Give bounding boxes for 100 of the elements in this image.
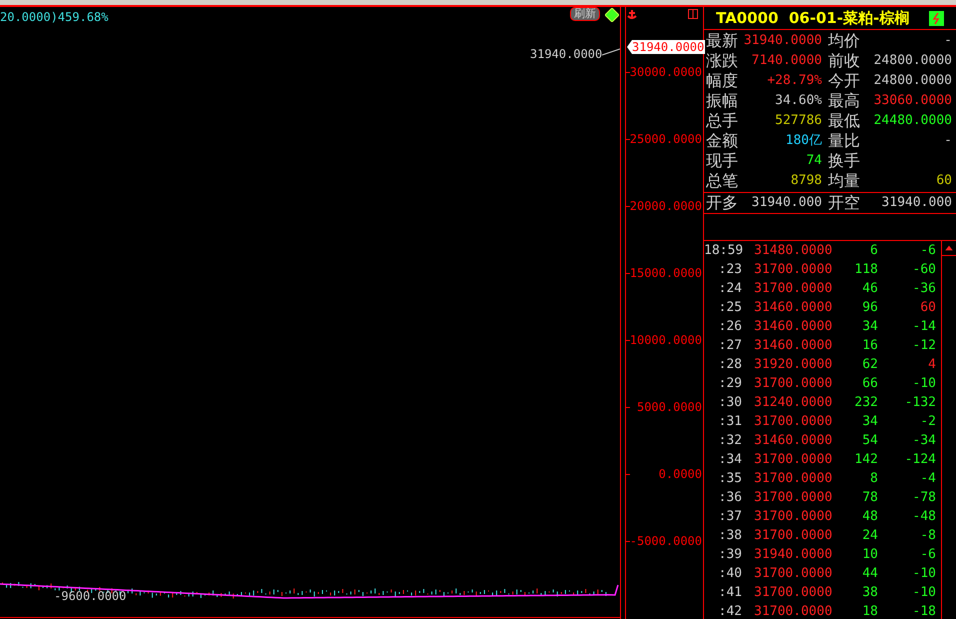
tick-change: -36 xyxy=(912,280,936,298)
anchor-icon[interactable] xyxy=(627,9,637,20)
quote-value: 31940.000 xyxy=(750,194,822,212)
tick-time: :30 xyxy=(718,394,743,412)
quote-value: 527786 xyxy=(774,112,822,130)
axis-tick-label: 10000.0000 xyxy=(630,333,702,347)
tick-volume: 16 xyxy=(861,337,878,355)
tick-time: :31 xyxy=(718,413,743,431)
tick-volume: 142 xyxy=(854,451,878,469)
tick-change: -2 xyxy=(919,413,936,431)
quote-label: 均价 xyxy=(827,32,861,50)
quote-value: 34.60% xyxy=(774,92,822,110)
axis-tick-label: 20000.0000 xyxy=(630,199,702,213)
tick-time: :28 xyxy=(718,356,743,374)
quote-value: 8798 xyxy=(790,172,822,190)
panel-toggle-icon[interactable] xyxy=(688,9,698,19)
quote-label: 幅度 xyxy=(706,72,739,90)
quote-label: 今开 xyxy=(827,72,861,90)
tick-change: -18 xyxy=(912,603,936,619)
tick-volume: 10 xyxy=(861,546,878,564)
quote-label: 最高 xyxy=(827,92,861,110)
quote-label: 均量 xyxy=(827,172,861,190)
tick-change: -10 xyxy=(912,375,936,393)
scrollbar[interactable] xyxy=(941,241,956,619)
tick-time: :38 xyxy=(718,527,743,545)
axis-tick-label: -5000.0000 xyxy=(630,534,702,548)
tick-time: :35 xyxy=(718,470,743,488)
tick-volume: 8 xyxy=(869,470,878,488)
tick-change: -8 xyxy=(919,527,936,545)
price-tag: 31940.0000 xyxy=(627,40,706,54)
quote-value: - xyxy=(943,32,952,50)
tick-change: -10 xyxy=(912,584,936,602)
high-price-label: 31940.0000 xyxy=(530,46,602,63)
quote-value: - xyxy=(943,132,952,150)
tick-change: -6 xyxy=(919,546,936,564)
tick-time: :40 xyxy=(718,565,743,583)
quote-value: 24800.0000 xyxy=(872,72,952,90)
tick-volume: 78 xyxy=(861,489,878,507)
quote-label: 总笔 xyxy=(706,172,739,190)
tick-change: 60 xyxy=(919,299,936,317)
tick-volume: 34 xyxy=(861,318,878,336)
quote-label: 总手 xyxy=(706,112,739,130)
tick-change: -132 xyxy=(904,394,936,412)
tick-time: :42 xyxy=(718,603,743,619)
tick-volume: 38 xyxy=(861,584,878,602)
axis-tick-label: 30000.0000 xyxy=(630,65,702,79)
tick-change: -12 xyxy=(912,337,936,355)
tick-volume: 46 xyxy=(861,280,878,298)
tick-volume: 232 xyxy=(854,394,878,412)
quote-value: 74 xyxy=(805,152,822,170)
quote-value: 60 xyxy=(935,172,952,190)
tick-volume: 18 xyxy=(861,603,878,619)
instrument-title: TA0000 06-01-菜粕-棕榈 xyxy=(716,8,910,29)
tick-time: :34 xyxy=(718,451,743,469)
tick-time: :36 xyxy=(718,489,743,507)
tick-volume: 48 xyxy=(861,508,878,526)
quote-label: 换手 xyxy=(827,152,861,170)
quote-label: 现手 xyxy=(706,152,739,170)
tick-time: :41 xyxy=(718,584,743,602)
quote-label: 涨跌 xyxy=(706,52,739,70)
tick-volume: 34 xyxy=(861,413,878,431)
tick-change: 4 xyxy=(927,356,936,374)
tick-time: :23 xyxy=(718,261,743,279)
tick-volume: 66 xyxy=(861,375,878,393)
quote-label: 量比 xyxy=(827,132,861,150)
tick-volume: 96 xyxy=(861,299,878,317)
tick-change: -34 xyxy=(912,432,936,450)
tick-change: -48 xyxy=(912,508,936,526)
tick-volume: 44 xyxy=(861,565,878,583)
tick-time: :39 xyxy=(718,546,743,564)
quote-label: 开空 xyxy=(827,194,861,212)
tick-volume: 62 xyxy=(861,356,878,374)
tick-change: -6 xyxy=(919,242,936,260)
low-price-label: -9600.0000 xyxy=(54,588,126,605)
tick-volume: 118 xyxy=(854,261,878,279)
quote-value: 33060.0000 xyxy=(872,92,952,110)
axis-tick-label: 5000.0000 xyxy=(636,400,702,414)
quote-label: 前收 xyxy=(827,52,861,70)
tick-volume: 24 xyxy=(861,527,878,545)
tick-time: :37 xyxy=(718,508,743,526)
refresh-button[interactable]: 刷新 xyxy=(570,7,600,21)
quote-value: 24800.0000 xyxy=(872,52,952,70)
quote-label: 开多 xyxy=(706,194,739,212)
tick-change: -78 xyxy=(912,489,936,507)
quote-label: 金额 xyxy=(706,132,739,150)
tick-change: -14 xyxy=(912,318,936,336)
lightning-icon[interactable] xyxy=(929,10,944,26)
quote-value: 31940.0000 xyxy=(742,32,822,50)
axis-tick-label: 0.0000 xyxy=(658,467,702,481)
quote-value: 24480.0000 xyxy=(872,112,952,130)
quote-label: 振幅 xyxy=(706,92,739,110)
legend-text: 20.0000)459.68% xyxy=(0,9,108,26)
quote-value: 180亿 xyxy=(784,132,822,150)
axis-tick-label: 25000.0000 xyxy=(630,132,702,146)
tick-time: :24 xyxy=(718,280,743,298)
quote-value: 7140.0000 xyxy=(750,52,822,70)
tick-time: :25 xyxy=(718,299,743,317)
tick-volume: 54 xyxy=(861,432,878,450)
tick-time: :26 xyxy=(718,318,743,336)
tick-time: :27 xyxy=(718,337,743,355)
